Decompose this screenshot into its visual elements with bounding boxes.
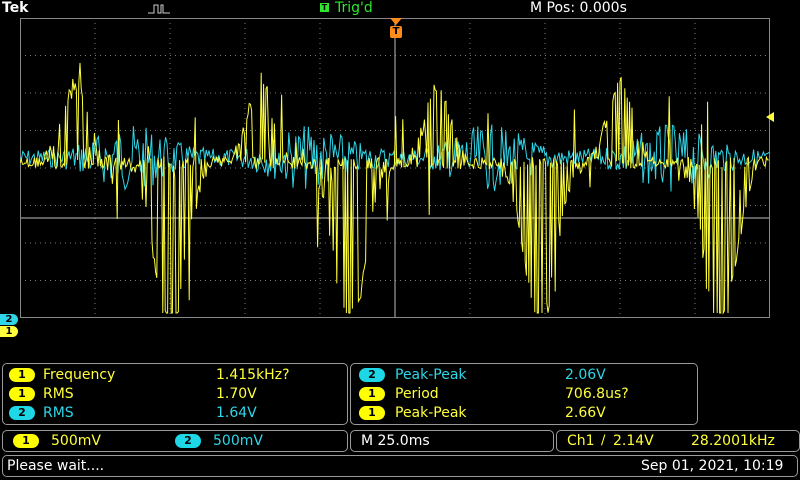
ch1-ground-label: 1 xyxy=(5,326,13,337)
trigger-level-arrow xyxy=(766,112,774,122)
measurement-label: RMS xyxy=(43,386,74,402)
channel-badge: 1 xyxy=(359,406,385,420)
channel-badge: 1 xyxy=(359,387,385,401)
ch2-ground-label: 2 xyxy=(5,314,13,325)
status-bar: Please wait.... Sep 01, 2021, 10:19 xyxy=(0,455,800,477)
trigger-status-icon: T xyxy=(320,3,329,12)
brand-label: Tek xyxy=(2,0,29,16)
trigger-marker-label: T xyxy=(392,26,400,37)
status-message-panel: Please wait.... Sep 01, 2021, 10:19 xyxy=(2,455,798,477)
timebase-panel[interactable]: M 25.0ms xyxy=(350,430,554,452)
measurement-row: 1 RMS 1.70V xyxy=(3,385,343,403)
trigger-status-label: Trig'd xyxy=(335,0,373,16)
trigger-frequency: 28.2001kHz xyxy=(691,433,775,449)
measurement-value: 2.66V xyxy=(565,405,606,421)
ch2-volts-per-div[interactable]: 500mV xyxy=(213,432,263,450)
date-time: Sep 01, 2021, 10:19 xyxy=(641,458,784,474)
measurement-label: Peak-Peak xyxy=(395,405,467,421)
measurement-row: 1 Frequency 1.415kHz? xyxy=(3,366,343,384)
top-status-bar: Tek T Trig'd M Pos: 0.000s xyxy=(0,0,800,18)
ch2-ground-marker[interactable]: 2 xyxy=(0,314,18,325)
vertical-scale-panel[interactable]: 1 500mV 2 500mV xyxy=(2,430,348,452)
measurement-label: Frequency xyxy=(43,367,116,383)
trigger-source[interactable]: Ch1 xyxy=(567,432,595,450)
measurement-value: 706.8us? xyxy=(565,386,629,402)
measurement-row: 1 Peak-Peak 2.66V xyxy=(351,404,693,422)
measurement-label: RMS xyxy=(43,405,74,421)
trigger-panel[interactable]: Ch1 ∕ 2.14V 28.2001kHz xyxy=(556,430,800,452)
waveform-display[interactable] xyxy=(20,18,770,318)
ch1-scale-badge: 1 xyxy=(13,434,39,448)
measurement-label: Period xyxy=(395,386,439,402)
measurement-value: 1.64V xyxy=(216,405,257,421)
measurement-row: 1 Period 706.8us? xyxy=(351,385,693,403)
trigger-level-marker[interactable] xyxy=(766,112,774,122)
status-message: Please wait.... xyxy=(7,458,105,474)
measurement-panel-right[interactable]: 2 Peak-Peak 2.06V 1 Period 706.8us? 1 Pe… xyxy=(350,363,698,425)
horizontal-position: M Pos: 0.000s xyxy=(530,0,627,16)
measurement-row: 2 RMS 1.64V xyxy=(3,404,343,422)
ch1-ground-marker[interactable]: 1 xyxy=(0,326,18,337)
trigger-position-marker[interactable]: T xyxy=(388,18,404,40)
ch2-scale-badge: 2 xyxy=(175,434,201,448)
measurement-panel-left[interactable]: 1 Frequency 1.415kHz? 1 RMS 1.70V 2 RMS … xyxy=(2,363,348,425)
trigger-slope-icon: ∕ xyxy=(601,433,606,448)
measurement-row: 2 Peak-Peak 2.06V xyxy=(351,366,693,384)
measurement-value: 2.06V xyxy=(565,367,606,383)
channel-badge: 1 xyxy=(9,387,35,401)
timebase-value[interactable]: M 25.0ms xyxy=(361,432,430,450)
acquisition-pulse-icon xyxy=(148,4,170,14)
trigger-status: T Trig'd xyxy=(320,0,373,16)
channel-badge: 2 xyxy=(9,406,35,420)
measurement-value: 1.415kHz? xyxy=(216,367,290,383)
trigger-level[interactable]: 2.14V xyxy=(613,432,654,450)
channel-badge: 2 xyxy=(359,368,385,382)
measurement-label: Peak-Peak xyxy=(395,367,467,383)
channel-badge: 1 xyxy=(9,368,35,382)
measurement-value: 1.70V xyxy=(216,386,257,402)
ch1-volts-per-div[interactable]: 500mV xyxy=(51,432,101,450)
